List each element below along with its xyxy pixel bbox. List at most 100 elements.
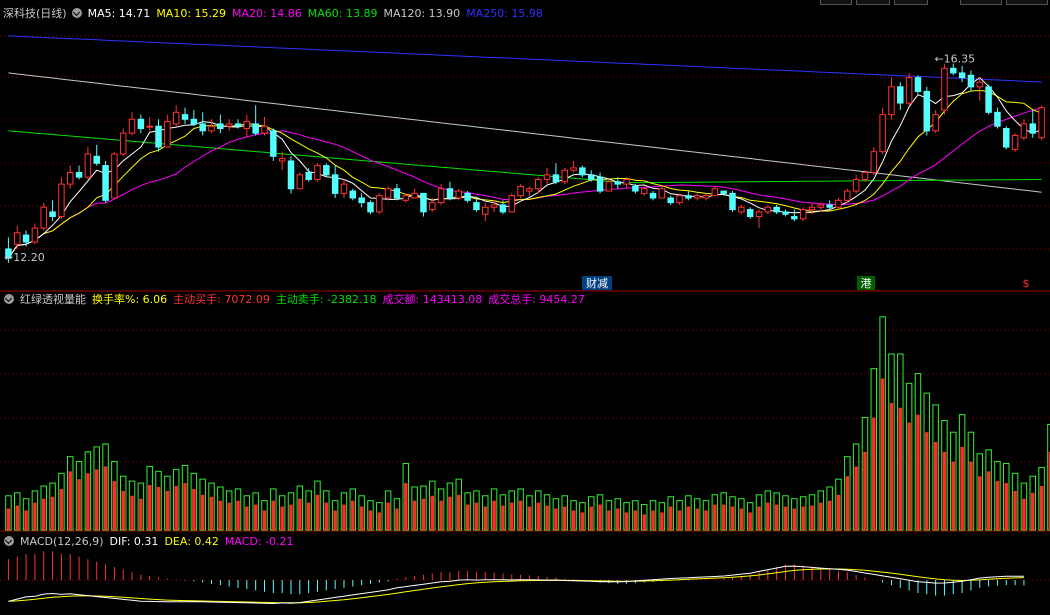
candle-body (773, 206, 780, 213)
candlestick (826, 200, 833, 210)
volume-bar (614, 498, 621, 531)
candle-body (155, 125, 162, 148)
volume-bar-buy (933, 442, 938, 530)
volume-bar (587, 496, 595, 531)
candle-body (879, 114, 886, 153)
candlestick (181, 107, 189, 124)
candle-body (729, 192, 736, 211)
candle-body (102, 165, 109, 201)
volume-bar-buy (589, 506, 593, 530)
volume-bar (605, 500, 613, 531)
candle-body (958, 72, 966, 79)
candle-body (640, 188, 648, 194)
candle-body (508, 195, 515, 213)
volume-bar (22, 498, 30, 531)
candle-body (932, 114, 939, 132)
volume-bar-buy (412, 500, 417, 530)
candlestick (190, 110, 198, 127)
volume-bar (455, 478, 463, 531)
candle-body (905, 77, 913, 104)
macd-chart[interactable] (0, 532, 1050, 615)
candlestick (358, 193, 365, 208)
volume-bar-buy (995, 481, 1000, 530)
volume-bar-buy (368, 510, 373, 530)
candlestick (729, 191, 736, 212)
volume-bar (958, 414, 966, 531)
volume-bar-buy (677, 510, 682, 530)
volume-panel[interactable]: 红绿透视量能 换手率%: 6.06 主动买手: 7072.09 主动卖手: -2382… (0, 292, 1050, 532)
candlestick (702, 193, 710, 201)
volume-bar (729, 496, 736, 531)
volume-bar-buy (439, 500, 443, 530)
candlestick (649, 191, 657, 201)
event-marker[interactable]: $ (1017, 276, 1035, 290)
volume-bar (932, 404, 939, 531)
candle-body (720, 190, 727, 194)
candle-body (923, 90, 931, 132)
candle-body (455, 190, 463, 199)
candlestick (888, 77, 895, 120)
volume-bar (164, 475, 171, 531)
volume-bar (349, 488, 357, 531)
volume-bar (543, 494, 551, 531)
volume-bar (40, 485, 47, 531)
volume-bar (773, 492, 780, 531)
candle-body (649, 192, 657, 199)
candle-body (473, 202, 480, 211)
candle-body (75, 172, 83, 178)
candle-body (799, 209, 807, 220)
volume-bar-buy (386, 502, 390, 530)
candlestick (217, 114, 224, 134)
candlestick (773, 204, 780, 215)
ma60-line (8, 130, 1042, 184)
volume-bar (711, 494, 719, 531)
volume-bar-buy (130, 495, 134, 530)
candlestick (746, 207, 754, 219)
kline-panel[interactable]: 深科技(日线) MA5: 14.71 MA10: 15.29 MA20: 14.86 M… (0, 0, 1050, 292)
volume-bar (1038, 466, 1045, 531)
volume-bar (84, 451, 92, 531)
volume-chart[interactable] (0, 292, 1050, 532)
volume-bar (561, 495, 568, 531)
volume-bar-buy (660, 512, 664, 530)
volume-bar (5, 495, 12, 531)
candle-body (278, 158, 286, 162)
candle-body (111, 153, 118, 199)
candle-body (535, 178, 542, 190)
candlestick (552, 163, 560, 185)
volume-bar (967, 431, 975, 531)
macd-panel[interactable]: MACD(12,26,9) DIF: 0.31 DEA: 0.42 MACD: -0.… (0, 532, 1050, 615)
volume-bar (844, 456, 851, 531)
volume-bar-buy (280, 506, 284, 530)
volume-bar-buy (103, 466, 108, 530)
volume-bar-buy (757, 506, 761, 530)
candle-body (31, 227, 39, 243)
kline-chart[interactable]: ←16.35 ←12.20 财减 港 $ (0, 0, 1050, 292)
candle-body (685, 195, 692, 199)
volume-bar-buy (651, 510, 655, 530)
candle-body (411, 192, 418, 199)
volume-bar-buy (68, 471, 72, 530)
candlestick (667, 195, 674, 205)
volume-bar-buy (819, 502, 823, 530)
candlestick (199, 112, 206, 136)
event-marker[interactable]: 财减 (582, 276, 612, 290)
candle-body (552, 174, 560, 183)
candlestick (128, 112, 136, 136)
volume-bar (1003, 463, 1010, 531)
candle-body (791, 216, 798, 220)
event-marker[interactable]: 港 (857, 276, 875, 290)
volume-bar-buy (978, 476, 982, 530)
candle-body (128, 118, 136, 134)
candlestick (384, 186, 392, 201)
candlestick (58, 177, 65, 219)
volume-bar (31, 490, 39, 531)
volume-bar-buy (112, 481, 117, 530)
volume-bar (225, 490, 233, 531)
candlestick (570, 160, 577, 173)
volume-bar (384, 490, 392, 531)
volume-bar (535, 490, 542, 531)
volume-bar (746, 502, 754, 531)
volume-bar-buy (262, 510, 267, 530)
candlestick (967, 70, 975, 92)
